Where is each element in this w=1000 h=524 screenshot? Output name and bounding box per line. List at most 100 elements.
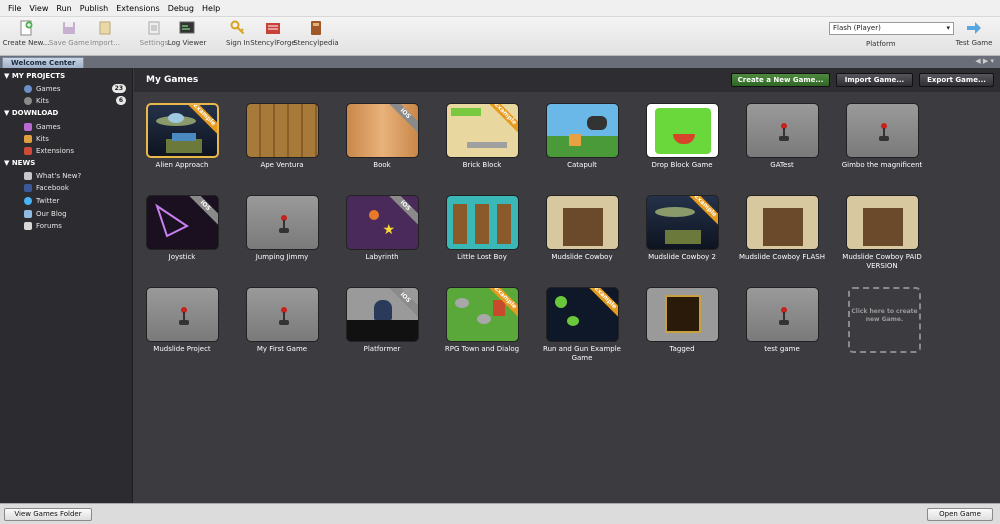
game-thumbnail — [845, 195, 919, 250]
menu-run[interactable]: Run — [52, 4, 75, 13]
stencylpedia-button[interactable]: Stencylpedia — [291, 20, 341, 47]
facebook-icon — [24, 183, 32, 192]
game-card-jumping-jimmy[interactable]: Jumping Jimmy — [232, 195, 332, 262]
extensions-icon — [24, 146, 32, 155]
game-card-drop-block-game[interactable]: Drop Block Game — [632, 103, 732, 170]
game-card-gatest[interactable]: GATest — [732, 103, 832, 170]
sidebar-item-download-games[interactable]: Games — [24, 121, 130, 132]
sidebar-item-kits[interactable]: Kits 6 — [24, 95, 130, 106]
import-button[interactable]: Import... — [80, 20, 130, 47]
save-icon — [63, 22, 75, 34]
game-card-book[interactable]: iOS Book — [332, 103, 432, 170]
game-thumbnail — [545, 103, 619, 158]
game-card-mudslide-cowboy-paid-version[interactable]: Mudslide Cowboy PAID VERSION — [832, 195, 932, 271]
sidebar-item-whats-new[interactable]: What's New? — [24, 170, 130, 181]
open-game-button[interactable]: Open Game — [927, 508, 993, 521]
game-thumbnail — [245, 195, 319, 250]
menu-help[interactable]: Help — [198, 4, 224, 13]
create-new-game-card[interactable]: Click here to create new Game. — [848, 287, 921, 353]
main-header: My Games Create a New Game... Import Gam… — [134, 68, 1000, 92]
game-thumbnail: Example — [645, 195, 719, 250]
platform-label: Platform — [866, 40, 896, 48]
menu-bar: File View Run Publish Extensions Debug H… — [0, 0, 1000, 17]
menu-file[interactable]: File — [4, 4, 25, 13]
joystick-icon — [778, 307, 789, 325]
game-card-mudslide-cowboy[interactable]: Mudslide Cowboy — [532, 195, 632, 262]
log-viewer-icon — [179, 21, 195, 34]
export-game-button[interactable]: Export Game... — [919, 73, 994, 87]
page-title: My Games — [146, 75, 199, 85]
game-card-test-game[interactable]: test game — [732, 287, 832, 354]
tab-navigation[interactable]: ◀ ▶ ▾ — [975, 57, 994, 65]
section-news[interactable]: ▼ NEWS — [4, 159, 35, 167]
test-game-button[interactable]: Test Game — [949, 20, 999, 47]
game-thumbnail — [745, 195, 819, 250]
game-thumbnail: Example — [145, 103, 219, 158]
game-card-mudslide-cowboy-2[interactable]: Example Mudslide Cowboy 2 — [632, 195, 732, 262]
game-card-ape-ventura[interactable]: Ape Ventura — [232, 103, 332, 170]
game-thumbnail — [745, 103, 819, 158]
joystick-icon — [178, 307, 189, 325]
tab-bar: Welcome Center ◀ ▶ ▾ — [0, 56, 1000, 68]
twitter-icon — [24, 196, 32, 205]
joystick-icon — [278, 215, 289, 233]
section-download[interactable]: ▼ DOWNLOAD — [4, 109, 58, 117]
sidebar-item-our-blog[interactable]: Our Blog — [24, 208, 130, 219]
star-icon: ★ — [382, 222, 396, 238]
game-card-mudslide-cowboy-flash[interactable]: Mudslide Cowboy FLASH — [732, 195, 832, 262]
platform-select[interactable]: Flash (Player) ▾ — [829, 22, 954, 35]
view-games-folder-button[interactable]: View Games Folder — [4, 508, 92, 521]
sidebar-item-download-kits[interactable]: Kits — [24, 133, 130, 144]
menu-extensions[interactable]: Extensions — [112, 4, 163, 13]
arrow-right-icon — [967, 22, 981, 34]
blog-icon — [24, 209, 32, 218]
game-card-tagged[interactable]: Tagged — [632, 287, 732, 354]
main-panel: My Games Create a New Game... Import Gam… — [134, 68, 1000, 503]
joystick-icon — [278, 307, 289, 325]
game-thumbnail — [845, 103, 919, 158]
game-thumbnail — [445, 195, 519, 250]
forums-icon — [24, 221, 32, 230]
games-count-badge: 23 — [111, 84, 126, 93]
menu-debug[interactable]: Debug — [164, 4, 198, 13]
tab-welcome-center[interactable]: Welcome Center — [2, 57, 85, 68]
game-card-joystick[interactable]: iOS Joystick — [132, 195, 232, 262]
game-card-little-lost-boy[interactable]: Little Lost Boy — [432, 195, 532, 262]
sidebar-item-download-extensions[interactable]: Extensions — [24, 145, 130, 156]
game-card-brick-block[interactable]: Example Brick Block — [432, 103, 532, 170]
sidebar-item-facebook[interactable]: Facebook — [24, 182, 130, 193]
kit-icon — [24, 96, 32, 105]
create-new-game-button[interactable]: Create a New Game... — [731, 73, 830, 87]
sidebar-item-twitter[interactable]: Twitter — [24, 195, 130, 206]
sidebar-item-forums[interactable]: Forums — [24, 220, 130, 231]
log-viewer-button[interactable]: Log Viewer — [162, 20, 212, 47]
book-icon — [311, 21, 321, 35]
game-card-alien-approach[interactable]: Example Alien Approach — [132, 103, 232, 170]
game-thumbnail — [245, 103, 319, 158]
menu-publish[interactable]: Publish — [76, 4, 113, 13]
game-thumbnail — [645, 103, 719, 158]
game-card-labyrinth[interactable]: ★ iOS Labyrinth — [332, 195, 432, 262]
game-thumbnail: Example — [545, 287, 619, 342]
sidebar: ▼ MY PROJECTS Games 23 Kits 6 ▼ DOWNLOAD… — [0, 68, 133, 503]
section-my-projects[interactable]: ▼ MY PROJECTS — [4, 72, 65, 80]
game-thumbnail: iOS — [145, 195, 219, 250]
new-document-icon — [20, 20, 33, 36]
game-card-rpg-town-and-dialog[interactable]: Example RPG Town and Dialog — [432, 287, 532, 354]
import-game-button[interactable]: Import Game... — [836, 73, 913, 87]
game-card-my-first-game[interactable]: My First Game — [232, 287, 332, 354]
game-card-run-and-gun-example-game[interactable]: Example Run and Gun Example Game — [532, 287, 632, 363]
game-thumbnail — [745, 287, 819, 342]
stencylforge-icon — [266, 23, 280, 34]
game-thumbnail: Example — [445, 287, 519, 342]
game-card-catapult[interactable]: Catapult — [532, 103, 632, 170]
game-card-platformer[interactable]: iOS Platformer — [332, 287, 432, 354]
sidebar-item-games[interactable]: Games 23 — [24, 83, 130, 94]
kits-count-badge: 6 — [115, 96, 126, 105]
key-icon — [230, 20, 245, 35]
menu-view[interactable]: View — [25, 4, 52, 13]
game-card-gimbo-the-magnificent[interactable]: Gimbo the magnificent — [832, 103, 932, 170]
game-card-mudslide-project[interactable]: Mudslide Project — [132, 287, 232, 354]
game-thumbnail — [545, 195, 619, 250]
import-icon — [99, 21, 111, 35]
